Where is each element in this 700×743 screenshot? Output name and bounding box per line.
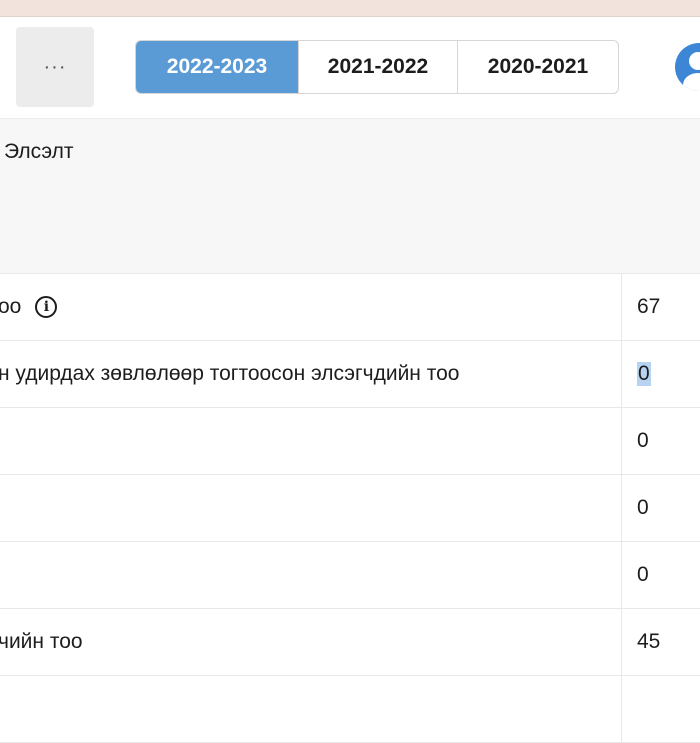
row-label-cell: [0, 542, 621, 608]
table-row: оо i 67: [0, 274, 700, 341]
table-row: 0: [0, 475, 700, 542]
row-value-cell: 0: [621, 341, 700, 407]
row-value-cell: 67: [621, 274, 700, 340]
row-label-cell: [0, 676, 621, 742]
row-value: 0: [637, 496, 649, 519]
row-label: чийн тоо: [0, 630, 83, 653]
tab-year-2022-2023[interactable]: 2022-2023: [136, 41, 298, 93]
row-label-cell: [0, 408, 621, 474]
row-value-selected: 0: [637, 362, 651, 386]
row-label-cell: н удирдах зөвлөлөөр тогтоосон элсэгчдийн…: [0, 341, 621, 407]
info-icon[interactable]: i: [35, 296, 58, 318]
row-value-cell: 0: [621, 475, 700, 541]
row-value-cell: 0: [621, 408, 700, 474]
more-options-button[interactable]: ···: [16, 27, 94, 107]
table-row: чийн тоо 45: [0, 609, 700, 676]
row-label-cell: чийн тоо: [0, 609, 621, 675]
section-header: Элсэлт: [0, 119, 700, 274]
tab-year-2020-2021[interactable]: 2020-2021: [457, 41, 618, 93]
row-label: н удирдах зөвлөлөөр тогтоосон элсэгчдийн…: [0, 362, 460, 385]
section-title: Элсэлт: [4, 140, 74, 163]
header-bar: ··· 2022-2023 2021-2022 2020-2021: [0, 17, 700, 119]
row-label-cell: [0, 475, 621, 541]
table-row: н удирдах зөвлөлөөр тогтоосон элсэгчдийн…: [0, 341, 700, 408]
row-value-cell: [621, 676, 700, 742]
row-value: 67: [637, 295, 661, 318]
user-avatar-icon[interactable]: [675, 43, 700, 91]
year-tab-group: 2022-2023 2021-2022 2020-2021: [135, 40, 619, 94]
row-label-cell: оо i: [0, 274, 621, 340]
row-value: 0: [637, 429, 649, 452]
tab-year-2021-2022[interactable]: 2021-2022: [298, 41, 457, 93]
table-row: 0: [0, 542, 700, 609]
row-value: 0: [637, 563, 649, 586]
row-label: оо: [0, 295, 22, 318]
row-value-cell: 0: [621, 542, 700, 608]
table-row: 0: [0, 408, 700, 475]
row-value: 45: [637, 630, 661, 653]
avatar-body-shape: [683, 73, 700, 91]
browser-top-strip: [0, 0, 700, 17]
table-row: [0, 676, 700, 743]
row-value-cell: 45: [621, 609, 700, 675]
data-table: оо i 67 н удирдах зөвлөлөөр тогтоосон эл…: [0, 274, 700, 743]
avatar-head-shape: [689, 52, 700, 70]
